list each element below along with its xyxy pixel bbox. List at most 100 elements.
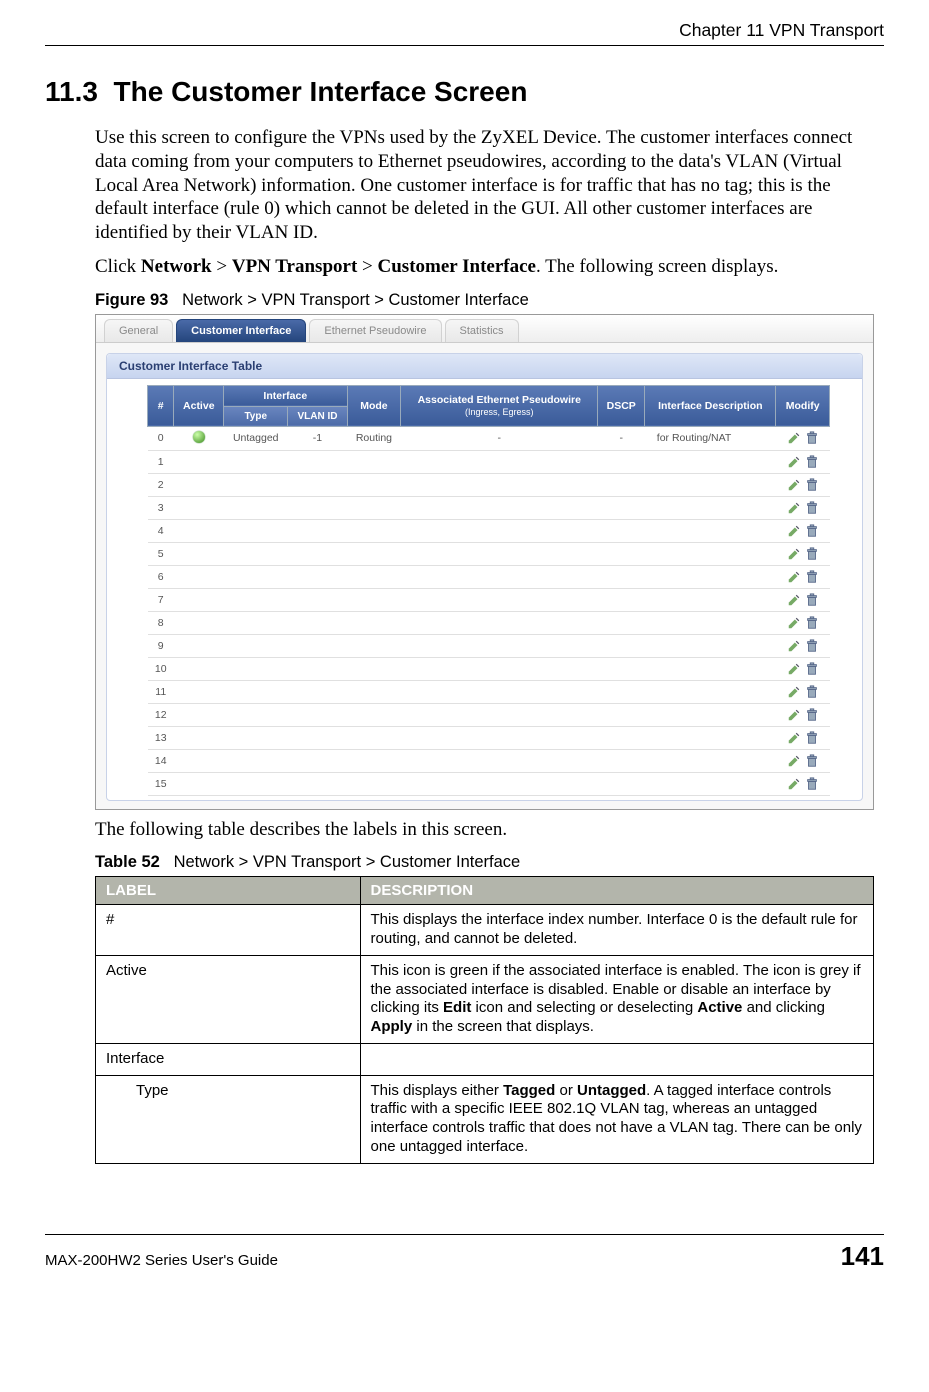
delete-icon[interactable] bbox=[805, 478, 819, 492]
cell-mode bbox=[347, 726, 401, 749]
edit-icon[interactable] bbox=[787, 685, 801, 699]
panel-title: Customer Interface Table bbox=[107, 354, 862, 379]
cell-mode bbox=[347, 473, 401, 496]
cell-assoc bbox=[401, 634, 598, 657]
cell-index: 8 bbox=[148, 611, 174, 634]
cell-dscp bbox=[598, 611, 645, 634]
delete-icon[interactable] bbox=[805, 593, 819, 607]
th-assoc: Associated Ethernet Pseudowire (Ingress,… bbox=[401, 385, 598, 426]
cell-assoc bbox=[401, 703, 598, 726]
labels-row: ActiveThis icon is green if the associat… bbox=[96, 955, 874, 1043]
delete-icon[interactable] bbox=[805, 662, 819, 676]
delete-icon[interactable] bbox=[805, 731, 819, 745]
edit-icon[interactable] bbox=[787, 639, 801, 653]
th-interface: Interface bbox=[224, 385, 347, 406]
tab-customer-interface[interactable]: Customer Interface bbox=[176, 319, 306, 342]
cell-index: 13 bbox=[148, 726, 174, 749]
edit-icon[interactable] bbox=[787, 731, 801, 745]
cell-active bbox=[174, 772, 224, 795]
labels-cell-label: Type bbox=[96, 1075, 361, 1163]
table-row: 8 bbox=[148, 611, 830, 634]
edit-icon[interactable] bbox=[787, 593, 801, 607]
edit-icon[interactable] bbox=[787, 777, 801, 791]
edit-icon[interactable] bbox=[787, 431, 801, 445]
cell-active bbox=[174, 680, 224, 703]
cell-modify bbox=[776, 611, 830, 634]
cell-dscp bbox=[598, 542, 645, 565]
edit-icon[interactable] bbox=[787, 455, 801, 469]
tab-statistics[interactable]: Statistics bbox=[445, 319, 519, 342]
text: . The following screen displays. bbox=[536, 256, 778, 277]
tab-ethernet-pseudowire[interactable]: Ethernet Pseudowire bbox=[309, 319, 441, 342]
th-active: Active bbox=[174, 385, 224, 426]
edit-icon[interactable] bbox=[787, 501, 801, 515]
cell-type bbox=[224, 588, 288, 611]
cell-index: 3 bbox=[148, 496, 174, 519]
cell-modify bbox=[776, 496, 830, 519]
edit-icon[interactable] bbox=[787, 708, 801, 722]
delete-icon[interactable] bbox=[805, 708, 819, 722]
cell-modify bbox=[776, 772, 830, 795]
cell-modify bbox=[776, 519, 830, 542]
labels-cell-label: Interface bbox=[96, 1043, 361, 1075]
section-title: The Customer Interface Screen bbox=[114, 76, 528, 107]
cell-index: 14 bbox=[148, 749, 174, 772]
table-row: 13 bbox=[148, 726, 830, 749]
delete-icon[interactable] bbox=[805, 616, 819, 630]
cell-desc bbox=[645, 634, 776, 657]
cell-vlan bbox=[288, 450, 347, 473]
footer-page-number: 141 bbox=[841, 1241, 884, 1272]
figure-label: Figure 93 bbox=[95, 291, 168, 309]
th-dscp: DSCP bbox=[598, 385, 645, 426]
edit-icon[interactable] bbox=[787, 754, 801, 768]
cell-dscp bbox=[598, 772, 645, 795]
cell-desc bbox=[645, 703, 776, 726]
cell-assoc bbox=[401, 542, 598, 565]
table-row: 5 bbox=[148, 542, 830, 565]
cell-desc bbox=[645, 519, 776, 542]
cell-assoc bbox=[401, 473, 598, 496]
cell-index: 5 bbox=[148, 542, 174, 565]
cell-type bbox=[224, 519, 288, 542]
after-figure-text: The following table describes the labels… bbox=[95, 818, 874, 842]
cell-modify bbox=[776, 473, 830, 496]
edit-icon[interactable] bbox=[787, 547, 801, 561]
cell-vlan bbox=[288, 772, 347, 795]
edit-icon[interactable] bbox=[787, 570, 801, 584]
delete-icon[interactable] bbox=[805, 639, 819, 653]
delete-icon[interactable] bbox=[805, 570, 819, 584]
delete-icon[interactable] bbox=[805, 501, 819, 515]
delete-icon[interactable] bbox=[805, 455, 819, 469]
edit-icon[interactable] bbox=[787, 616, 801, 630]
edit-icon[interactable] bbox=[787, 478, 801, 492]
delete-icon[interactable] bbox=[805, 431, 819, 445]
cell-assoc bbox=[401, 496, 598, 519]
table-row: 3 bbox=[148, 496, 830, 519]
edit-icon[interactable] bbox=[787, 662, 801, 676]
cell-modify bbox=[776, 634, 830, 657]
table-row: 9 bbox=[148, 634, 830, 657]
cell-mode bbox=[347, 542, 401, 565]
cell-dscp bbox=[598, 473, 645, 496]
table-label: Table 52 bbox=[95, 853, 160, 871]
cell-modify bbox=[776, 680, 830, 703]
cell-vlan bbox=[288, 473, 347, 496]
paragraph-1: Use this screen to configure the VPNs us… bbox=[95, 126, 874, 245]
cell-desc bbox=[645, 749, 776, 772]
cell-type bbox=[224, 450, 288, 473]
edit-icon[interactable] bbox=[787, 524, 801, 538]
tab-general[interactable]: General bbox=[104, 319, 173, 342]
cell-index: 12 bbox=[148, 703, 174, 726]
table-row: 10 bbox=[148, 657, 830, 680]
delete-icon[interactable] bbox=[805, 685, 819, 699]
chapter-header: Chapter 11 VPN Transport bbox=[45, 20, 884, 46]
table-row: 0Untagged-1Routing--for Routing/NAT bbox=[148, 426, 830, 450]
nav-path-network: Network bbox=[141, 256, 212, 277]
delete-icon[interactable] bbox=[805, 754, 819, 768]
cell-dscp bbox=[598, 450, 645, 473]
cell-vlan bbox=[288, 703, 347, 726]
delete-icon[interactable] bbox=[805, 524, 819, 538]
delete-icon[interactable] bbox=[805, 547, 819, 561]
cell-type: Untagged bbox=[224, 426, 288, 450]
delete-icon[interactable] bbox=[805, 777, 819, 791]
